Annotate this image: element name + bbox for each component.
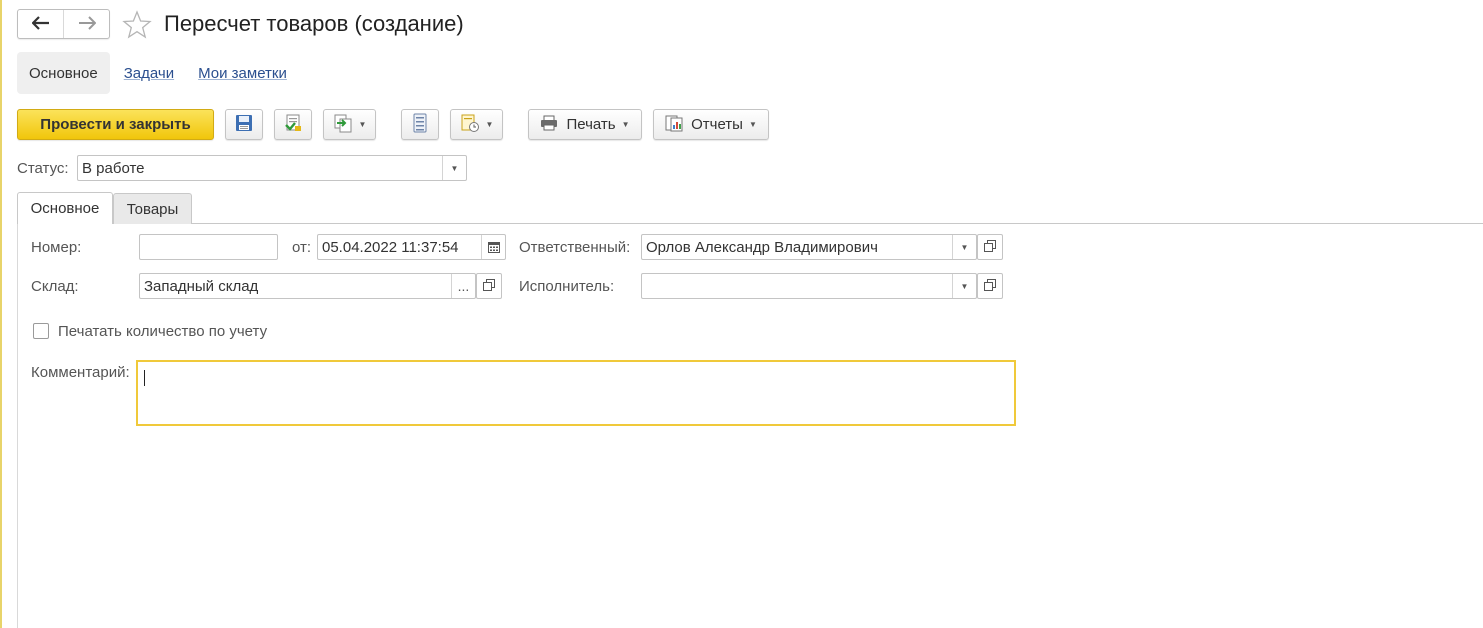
- window-edge-accent: [0, 0, 2, 628]
- chevron-down-icon[interactable]: ▼: [952, 274, 976, 298]
- related-documents-button[interactable]: ▼: [450, 109, 503, 140]
- post-and-close-button[interactable]: Провести и закрыть: [17, 109, 214, 140]
- open-executor-button[interactable]: [977, 273, 1003, 299]
- warehouse-label: Склад:: [31, 278, 79, 295]
- warehouse-input[interactable]: Западный склад ...: [139, 273, 476, 299]
- reports-button[interactable]: Отчеты ▼: [653, 109, 769, 140]
- responsible-value: Орлов Александр Владимирович: [646, 238, 878, 256]
- section-tasks-link[interactable]: Задачи: [124, 65, 174, 82]
- open-responsible-button[interactable]: [977, 234, 1003, 260]
- form-panel-border: [17, 222, 18, 628]
- date-label: от:: [292, 239, 312, 256]
- floppy-disk-icon: [235, 114, 253, 136]
- post-document-icon: [283, 113, 303, 137]
- print-label: Печать: [566, 116, 616, 133]
- related-documents-icon: [460, 113, 480, 137]
- status-label: Статус:: [17, 160, 69, 177]
- history-nav: [17, 9, 110, 39]
- chevron-down-icon: ▼: [485, 120, 494, 129]
- status-value: В работе: [82, 159, 145, 177]
- calendar-icon[interactable]: [481, 235, 505, 259]
- chevron-down-icon: ▼: [621, 120, 630, 129]
- open-item-icon: [483, 278, 495, 295]
- chevron-down-icon: ▼: [748, 120, 757, 129]
- select-button[interactable]: ...: [451, 274, 475, 298]
- back-button[interactable]: [18, 10, 63, 38]
- chevron-down-icon: ▼: [358, 120, 367, 129]
- reports-label: Отчеты: [691, 116, 743, 133]
- section-notes-link[interactable]: Мои заметки: [198, 65, 287, 82]
- date-input[interactable]: 05.04.2022 11:37:54: [317, 234, 506, 260]
- comment-textarea[interactable]: [136, 360, 1016, 426]
- arrow-left-icon: [30, 14, 50, 35]
- save-button[interactable]: [225, 109, 263, 140]
- arrow-right-icon: [78, 14, 96, 35]
- post-button[interactable]: [274, 109, 312, 140]
- number-label: Номер:: [31, 239, 82, 256]
- executor-select[interactable]: ▼: [641, 273, 977, 299]
- forward-button[interactable]: [63, 10, 109, 38]
- responsible-label: Ответственный:: [519, 239, 631, 256]
- document-list-icon: [413, 113, 427, 137]
- chevron-down-icon[interactable]: ▼: [952, 235, 976, 259]
- responsible-select[interactable]: Орлов Александр Владимирович ▼: [641, 234, 977, 260]
- open-warehouse-button[interactable]: [476, 273, 502, 299]
- create-based-on-icon: [333, 113, 353, 137]
- favorite-star-icon[interactable]: [122, 10, 152, 40]
- number-input[interactable]: [139, 234, 278, 260]
- comment-label: Комментарий:: [31, 364, 130, 381]
- create-based-on-button[interactable]: ▼: [323, 109, 376, 140]
- tabs-underline: [17, 223, 1483, 224]
- print-qty-label[interactable]: Печатать количество по учету: [58, 323, 267, 340]
- chevron-down-icon[interactable]: ▼: [442, 156, 466, 180]
- page-title: Пересчет товаров (создание): [164, 11, 464, 36]
- open-item-icon: [984, 278, 996, 295]
- printer-icon: [540, 115, 558, 135]
- executor-label: Исполнитель:: [519, 278, 615, 295]
- document-list-button[interactable]: [401, 109, 439, 140]
- print-qty-checkbox[interactable]: [33, 323, 49, 339]
- tab-goods[interactable]: Товары: [113, 193, 192, 224]
- status-select[interactable]: В работе ▼: [77, 155, 467, 181]
- tab-main[interactable]: Основное: [17, 192, 113, 224]
- date-value: 05.04.2022 11:37:54: [322, 238, 459, 256]
- open-item-icon: [984, 239, 996, 256]
- text-cursor: [144, 370, 145, 386]
- warehouse-value: Западный склад: [144, 277, 259, 295]
- section-main[interactable]: Основное: [17, 52, 110, 94]
- print-button[interactable]: Печать ▼: [528, 109, 642, 140]
- reports-icon: [665, 114, 683, 136]
- section-nav: Основное Задачи Мои заметки: [17, 52, 297, 94]
